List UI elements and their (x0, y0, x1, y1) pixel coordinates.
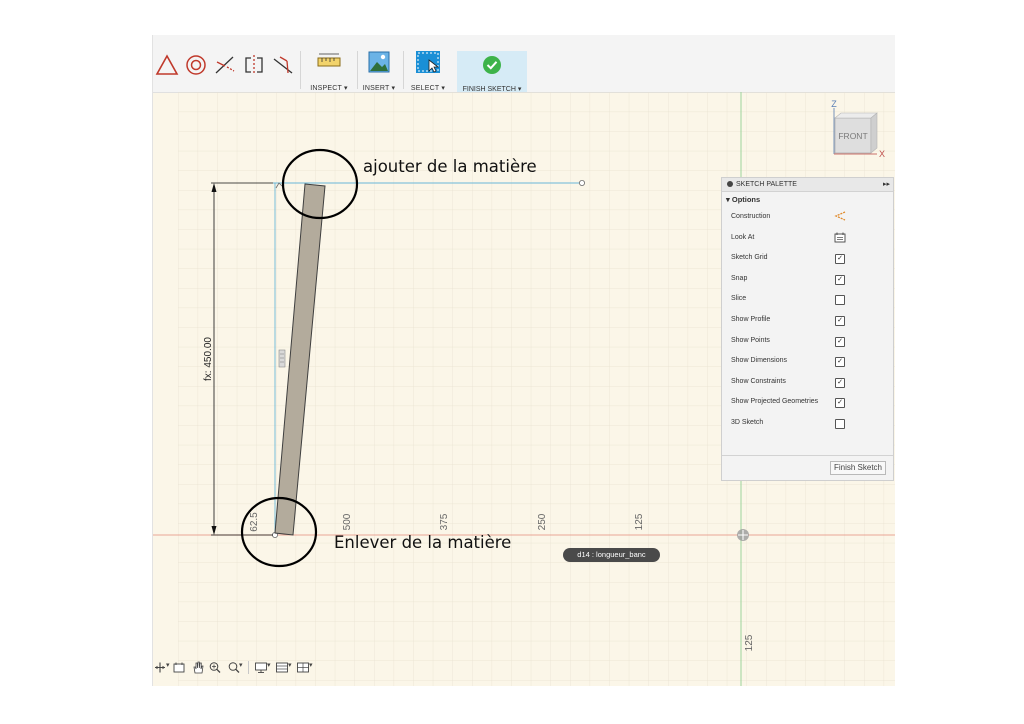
palette-row-snap: Snap ✓ (722, 269, 893, 290)
viewports-icon[interactable] (296, 661, 310, 674)
annotation-top-text: ajouter de la matière (363, 157, 537, 176)
palette-row-show-dimensions: Show Dimensions ✓ (722, 351, 893, 372)
options-section-label: Options (731, 195, 761, 204)
ruler-label: 62.5 (249, 512, 260, 532)
orbit-icon[interactable] (153, 661, 167, 674)
triangle-down-icon: ▾ (726, 195, 730, 204)
palette-row-label: Look At (731, 233, 755, 241)
palette-row-show-projected-geometries: Show Projected Geometries ✓ (722, 392, 893, 413)
slice-checkbox[interactable] (835, 295, 845, 306)
palette-row-label: Sketch Grid (731, 254, 768, 262)
sketch-point[interactable] (578, 180, 585, 187)
palette-footer: Finish Sketch (722, 455, 893, 480)
inspect-label: INSPECT (310, 85, 342, 92)
select-menu[interactable]: SELECT ▾ (409, 50, 447, 92)
trim-icon[interactable] (213, 53, 237, 77)
pan-hand-icon[interactable] (191, 661, 205, 674)
palette-row-show-points: Show Points ✓ (722, 331, 893, 352)
display-settings-icon[interactable] (254, 661, 268, 674)
palette-row-label: Show Constraints (731, 377, 786, 385)
chevron-down-icon[interactable]: ▾ (239, 661, 253, 674)
ruler-label: 125 (634, 513, 645, 530)
navbar-separator (248, 661, 249, 674)
palette-header[interactable]: SKETCH PALETTE ▸▸ (722, 178, 893, 192)
palette-row-slice: Slice (722, 289, 893, 310)
3d-sketch-checkbox[interactable] (835, 418, 845, 429)
look-at-icon[interactable] (834, 231, 846, 243)
ruler-label: 500 (342, 513, 353, 530)
options-section-header[interactable]: ▾ Options (722, 192, 893, 207)
extend-icon[interactable] (271, 53, 295, 77)
palette-row-construction: Construction (722, 207, 893, 228)
show-points-checkbox[interactable]: ✓ (835, 336, 845, 347)
x-axis-label: X (879, 149, 885, 159)
ruler-label: 250 (537, 513, 548, 530)
select-label: SELECT (410, 85, 440, 92)
toolbar-separator (403, 51, 404, 89)
palette-row-look-at: Look At (722, 228, 893, 249)
triangle-icon[interactable] (155, 53, 179, 77)
palette-row-show-profile: Show Profile ✓ (722, 310, 893, 331)
show-projected-geometries-checkbox[interactable]: ✓ (835, 398, 845, 409)
ruler-icon (317, 53, 341, 67)
palette-row-label: 3D Sketch (731, 418, 764, 426)
viewcube-face-label[interactable]: FRONT (838, 131, 867, 141)
sketch-palette: SKETCH PALETTE ▸▸ ▾ Options Construction… (721, 177, 894, 481)
vertical-dimension-value[interactable]: fx: 450.00 (203, 337, 214, 381)
midpoint-glyph (278, 349, 286, 368)
palette-row-label: Slice (731, 295, 747, 303)
fusion-app-window: INSPECT ▾ INSERT ▾ SELECT ▾ FINISH SKETC… (152, 35, 895, 686)
collapse-icon[interactable] (727, 181, 733, 188)
grid-settings-icon[interactable] (275, 661, 289, 674)
sketch-grid-checkbox[interactable]: ✓ (835, 254, 845, 265)
palette-row-show-constraints: Show Constraints ✓ (722, 372, 893, 393)
z-axis-label: Z (831, 99, 837, 109)
look-at-icon[interactable] (172, 661, 186, 674)
insert-label: INSERT (362, 85, 390, 92)
palette-title: SKETCH PALETTE (736, 181, 797, 188)
palette-row-label: Snap (731, 274, 748, 282)
chevron-down-icon: ▾ (441, 85, 446, 92)
palette-row-label: Show Dimensions (731, 357, 788, 365)
annotation-bottom-text: Enlever de la matière (334, 533, 512, 552)
finish-sketch-button[interactable]: FINISH SKETCH ▾ (457, 51, 527, 93)
inspect-menu[interactable]: INSPECT ▾ (307, 50, 351, 92)
select-cursor-icon (416, 51, 440, 73)
ruler-label: 125 (744, 634, 755, 651)
show-profile-checkbox[interactable]: ✓ (835, 315, 845, 326)
palette-row-label: Show Projected Geometries (731, 398, 819, 406)
palette-row-label: Show Points (731, 336, 770, 344)
check-circle-icon (483, 56, 501, 74)
dimension-tooltip: d14 : longueur_banc (563, 548, 660, 562)
zoom-icon[interactable] (208, 661, 222, 674)
show-constraints-checkbox[interactable]: ✓ (835, 377, 845, 388)
insert-menu[interactable]: INSERT ▾ (362, 50, 396, 92)
image-icon (368, 51, 390, 73)
snap-checkbox[interactable]: ✓ (835, 274, 845, 285)
chevron-down-icon: ▾ (344, 85, 348, 92)
toolbar-separator (300, 51, 301, 89)
toolbar: INSPECT ▾ INSERT ▾ SELECT ▾ FINISH SKETC… (153, 35, 895, 93)
construction-icon[interactable] (834, 210, 846, 222)
palette-row-label: Construction (731, 213, 771, 220)
palette-row-label: Show Profile (731, 315, 771, 323)
mirror-icon[interactable] (242, 53, 266, 77)
expand-arrows-icon[interactable]: ▸▸ (883, 178, 890, 191)
finish-sketch-palette-button[interactable]: Finish Sketch (829, 461, 886, 475)
chevron-down-icon: ▾ (391, 85, 396, 92)
show-dimensions-checkbox[interactable]: ✓ (835, 357, 845, 368)
toolbar-separator (357, 51, 358, 89)
chevron-down-icon[interactable]: ▾ (309, 661, 323, 674)
palette-row-3d-sketch: 3D Sketch (722, 413, 893, 434)
circle-icon[interactable] (184, 53, 208, 77)
ruler-label: 375 (439, 513, 450, 530)
palette-row-sketch-grid: Sketch Grid ✓ (722, 248, 893, 269)
